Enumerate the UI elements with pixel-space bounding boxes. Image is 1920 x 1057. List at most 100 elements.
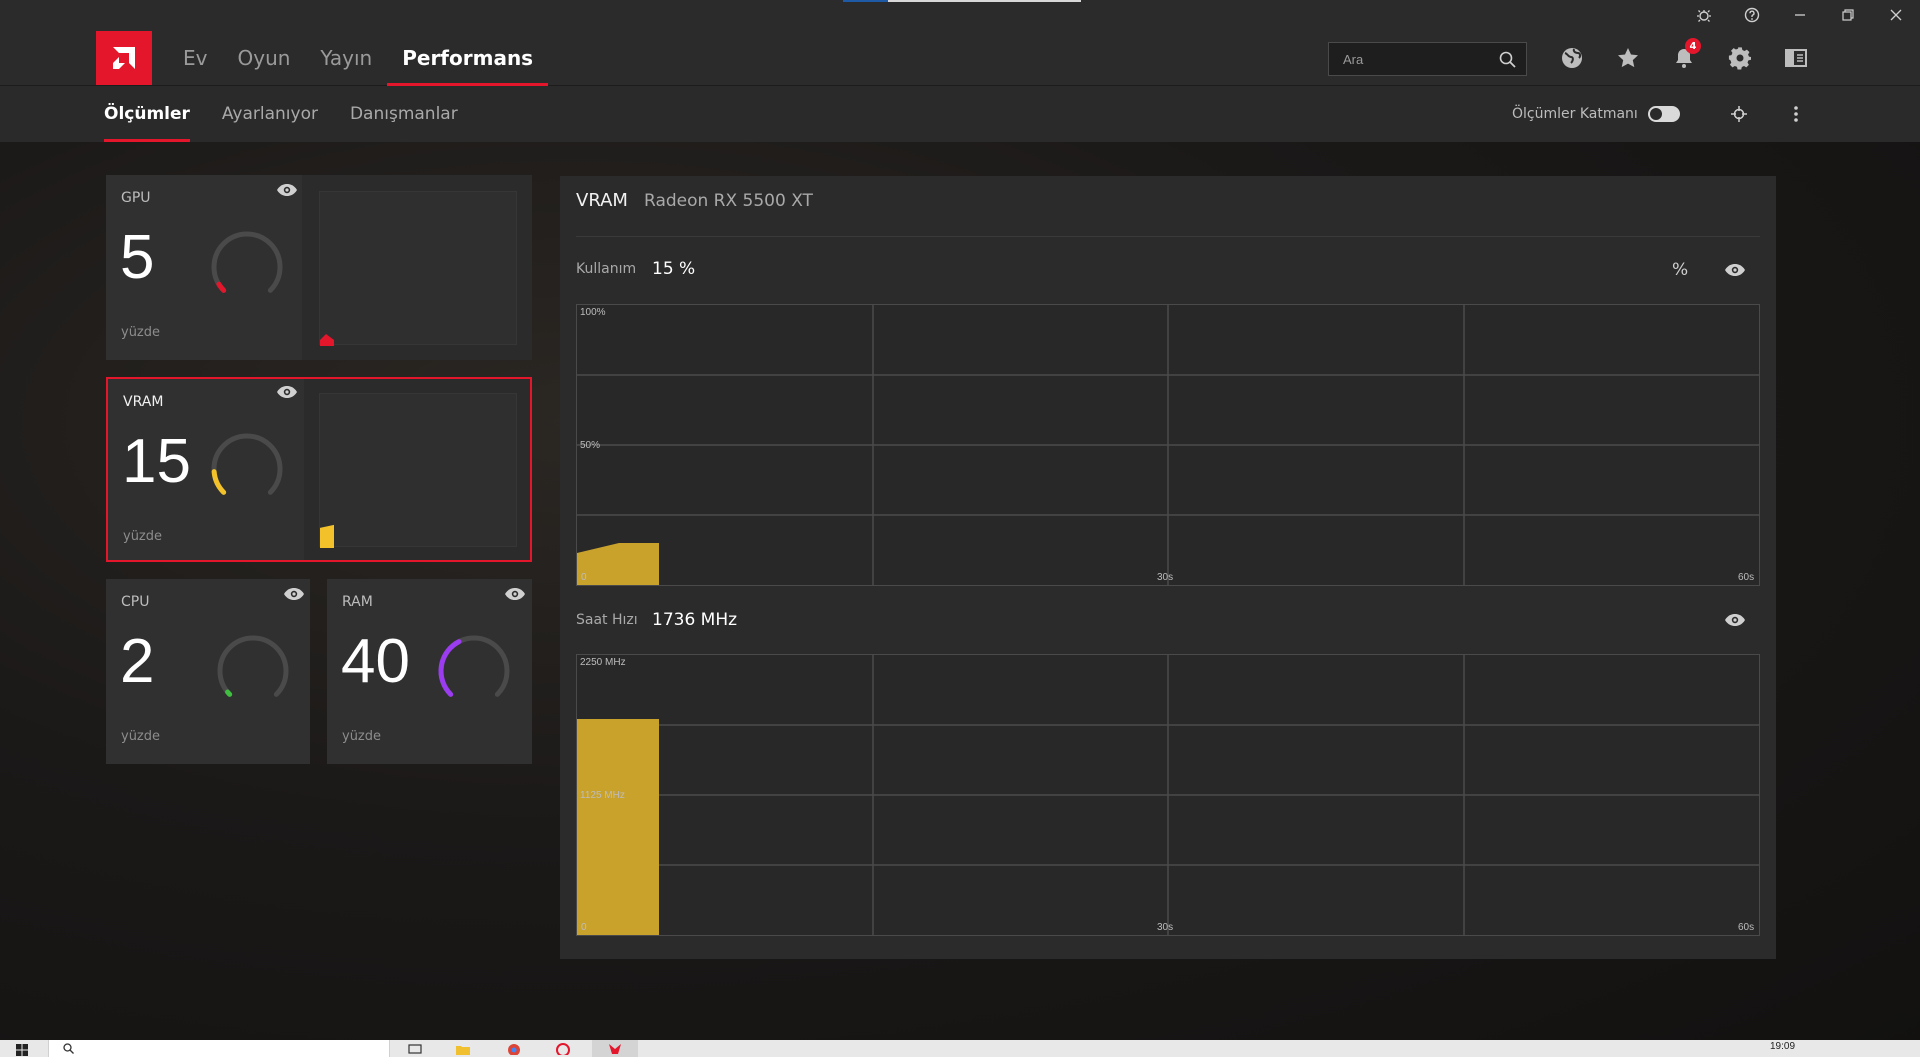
cpu-gauge <box>217 635 289 697</box>
chrome-icon[interactable] <box>507 1043 521 1055</box>
usage-graph-svg <box>577 305 1759 585</box>
panel-divider <box>576 236 1760 237</box>
panel-title: VRAM <box>576 190 628 211</box>
cpu-metric-card[interactable]: CPU 2 yüzde <box>106 579 310 764</box>
vram-value: 15 <box>122 427 191 496</box>
amd-logo-icon <box>113 47 135 69</box>
eye-icon[interactable] <box>1724 613 1746 627</box>
gpu-mini-graph <box>319 191 517 346</box>
main-nav: Ev Oyun Yayın Performans 4 <box>0 30 1920 86</box>
amd-logo[interactable] <box>96 31 152 85</box>
usage-x-start: 0 <box>581 572 587 583</box>
nav-tab-ev[interactable]: Ev <box>168 30 222 86</box>
task-view-icon[interactable] <box>408 1043 422 1055</box>
eye-icon[interactable] <box>283 587 305 601</box>
help-button[interactable] <box>1728 0 1776 30</box>
metrics-overlay-toggle[interactable] <box>1648 106 1680 122</box>
usage-area-fill <box>577 543 659 585</box>
crosshair-icon <box>1731 106 1747 122</box>
ram-label: RAM <box>342 594 373 610</box>
windows-start-icon[interactable] <box>16 1044 28 1056</box>
gpu-card-body: GPU 5 yüzde <box>106 175 302 360</box>
clock-value: 1736 MHz <box>652 610 738 630</box>
vram-gauge <box>211 433 283 495</box>
help-icon <box>1744 7 1760 23</box>
eye-icon[interactable] <box>276 183 298 197</box>
tab-olcumler[interactable]: Ölçümler <box>104 86 190 142</box>
gpu-metric-card[interactable]: GPU 5 yüzde <box>106 175 532 360</box>
close-icon <box>1890 9 1902 21</box>
vram-card-body: VRAM 15 yüzde <box>108 379 304 560</box>
taskbar-clock: 19:09 <box>1770 1041 1796 1052</box>
title-progress-left <box>843 0 888 2</box>
vram-metric-card[interactable]: VRAM 15 yüzde <box>106 377 532 562</box>
opera-icon[interactable] <box>556 1043 570 1055</box>
usage-x-mid: 30s <box>1157 572 1174 583</box>
ram-metric-card[interactable]: RAM 40 yüzde <box>327 579 532 764</box>
nav-tab-yayin[interactable]: Yayın <box>305 30 387 86</box>
tab-danismanlar[interactable]: Danışmanlar <box>350 86 458 142</box>
globe-icon <box>1562 48 1582 68</box>
unit-toggle-button[interactable]: % <box>1672 260 1688 280</box>
settings-button[interactable] <box>1712 30 1768 86</box>
globe-button[interactable] <box>1544 30 1600 86</box>
cpu-value: 2 <box>120 627 155 696</box>
amd-app-icon <box>609 1044 621 1054</box>
clock-label: Saat Hızı <box>576 612 638 628</box>
gear-icon <box>1728 47 1751 70</box>
gpu-label: GPU <box>121 190 151 206</box>
taskbar-search-box[interactable] <box>48 1040 390 1057</box>
ram-gauge <box>438 635 510 697</box>
notifications-button[interactable]: 4 <box>1656 30 1712 86</box>
favorites-button[interactable] <box>1600 30 1656 86</box>
clock-x-start: 0 <box>581 922 587 933</box>
cpu-gauge-track <box>217 635 289 697</box>
clock-x-end: 60s <box>1738 922 1755 933</box>
usage-y-mid: 50% <box>580 440 601 451</box>
panel-layout-icon <box>1785 49 1807 67</box>
crosshair-button[interactable] <box>1725 100 1753 128</box>
gpu-gauge <box>211 231 283 293</box>
amd-taskbar-app[interactable] <box>592 1040 638 1057</box>
clock-y-top: 2250 MHz <box>580 657 626 668</box>
more-vertical-icon <box>1794 106 1798 122</box>
gpu-unit: yüzde <box>121 325 161 340</box>
metrics-overlay-label: Ölçümler Katmanı <box>1512 106 1638 122</box>
minimize-button[interactable] <box>1776 0 1824 30</box>
windows-taskbar: 19:09 <box>0 1040 1920 1057</box>
restore-button[interactable] <box>1824 0 1872 30</box>
nav-tab-performans[interactable]: Performans <box>387 30 548 86</box>
cpu-gauge-fill <box>225 689 233 697</box>
close-button[interactable] <box>1872 0 1920 30</box>
file-explorer-icon[interactable] <box>456 1043 470 1055</box>
restore-icon <box>1842 9 1854 21</box>
more-options-button[interactable] <box>1782 100 1810 128</box>
gpu-value: 5 <box>120 223 155 292</box>
title-progress-right <box>888 0 1081 2</box>
usage-value: 15 % <box>652 259 696 279</box>
tab-ayarlaniyor[interactable]: Ayarlanıyor <box>222 86 318 142</box>
search-icon[interactable] <box>1499 51 1516 68</box>
eye-icon[interactable] <box>1724 263 1746 277</box>
notification-badge: 4 <box>1685 38 1701 54</box>
cpu-card-body: CPU 2 yüzde <box>106 579 310 764</box>
sidebar-toggle-button[interactable] <box>1768 30 1824 86</box>
cpu-unit: yüzde <box>121 729 161 744</box>
usage-y-top: 100% <box>580 307 606 318</box>
search-input[interactable] <box>1343 51 1493 67</box>
clock-y-mid: 1125 MHz <box>580 790 625 801</box>
usage-x-end: 60s <box>1738 572 1755 583</box>
mini-graph-fill <box>320 524 334 548</box>
vram-mini-graph-svg <box>320 524 334 548</box>
eye-icon[interactable] <box>276 385 298 399</box>
ram-card-body: RAM 40 yüzde <box>327 579 532 764</box>
bug-report-button[interactable] <box>1680 0 1728 30</box>
toggle-knob <box>1650 108 1662 120</box>
taskbar-search-icon <box>63 1043 74 1054</box>
ram-gauge-fill <box>438 639 462 697</box>
nav-tab-oyun[interactable]: Oyun <box>222 30 305 86</box>
eye-icon[interactable] <box>504 587 526 601</box>
minimize-icon <box>1795 14 1805 16</box>
window-titlebar <box>0 0 1920 30</box>
ram-value: 40 <box>341 627 410 696</box>
